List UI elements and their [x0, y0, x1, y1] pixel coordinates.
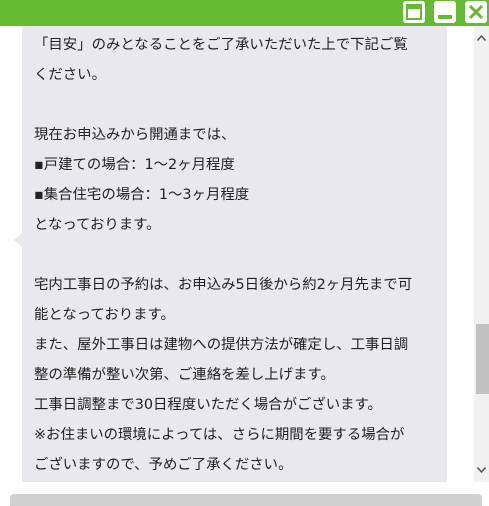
message-line: ください。: [34, 67, 106, 83]
message-line: 工事日調整まで30日程度いただく場合がございます。: [34, 397, 382, 413]
message-line: ございますので、予めご了承ください。: [34, 457, 293, 473]
close-button[interactable]: [465, 1, 487, 23]
message-line: ▪集合住宅の場合：1～3ヶ月程度: [34, 187, 250, 203]
message-line: となっております。: [34, 217, 161, 233]
message-line: 能となっております。: [34, 307, 175, 323]
message-line: ※お住まいの環境によっては、さらに期間を要する場合が: [34, 427, 405, 443]
window-titlebar: [0, 0, 489, 26]
minimize-icon: [438, 15, 452, 19]
scroll-down-button[interactable]: [474, 462, 489, 478]
bubble-tail: [14, 233, 22, 247]
message-line: ▪戸建ての場合：1～2ヶ月程度: [34, 157, 235, 173]
message-line: 整の準備が整い次第、ご連絡を差し上げます。: [34, 367, 335, 383]
chevron-up-icon: [477, 35, 486, 41]
restore-button[interactable]: [403, 1, 425, 23]
message-line: 「目安」のみとなることをご了承いただいた上で下記ご覧: [34, 37, 408, 53]
message-line: 現在お申込みから開通までは、: [34, 127, 236, 143]
vertical-scrollbar[interactable]: [474, 26, 489, 482]
input-bar[interactable]: [10, 494, 482, 506]
scroll-up-button[interactable]: [474, 30, 489, 46]
message-line: 宅内工事日の予約は、お申込み5日後から約2ヶ月先まで可: [34, 277, 413, 293]
scrollbar-thumb[interactable]: [476, 324, 489, 394]
restore-icon: [406, 4, 422, 20]
close-icon: [468, 4, 484, 20]
chat-scroll-area[interactable]: 「目安」のみとなることをご了承いただいた上で下記ご覧 ください。 現在お申込みか…: [0, 26, 474, 482]
message-line: また、屋外工事日は建物への提供方法が確定し、工事日調: [34, 337, 409, 353]
chevron-down-icon: [477, 467, 486, 473]
minimize-button[interactable]: [434, 1, 456, 23]
